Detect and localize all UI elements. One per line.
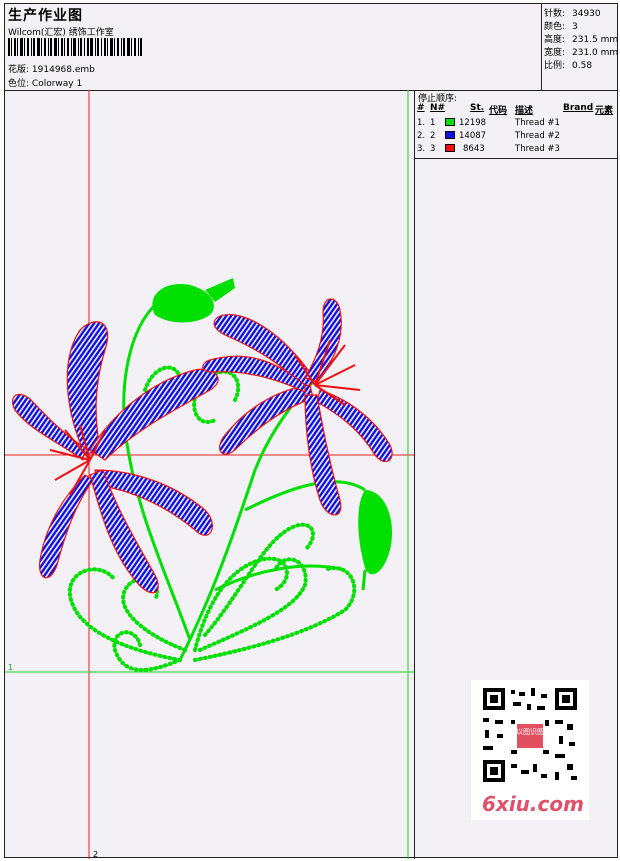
stat-colors: 颜色: 3 [544, 22, 578, 32]
production-sheet: 生产作业图 Wilcom(汇宏) 绣饰工作室 花版: 1914968.emb 色… [4, 3, 618, 859]
thread-swatch [445, 131, 455, 139]
thread-row: 2. 2 14087 Thread #2 [417, 131, 560, 141]
stat-height: 高度: 231.5 mm [544, 35, 619, 45]
colorway-line: 色位: Colorway 1 [8, 76, 82, 89]
thread-row: 1. 1 12198 Thread #1 [417, 118, 560, 128]
panel-divider [414, 158, 415, 859]
col-stitches: St. [470, 103, 485, 113]
col-hash: # [417, 103, 425, 113]
thread-row: 3. 3 8643 Thread #3 [417, 144, 560, 154]
design-file-name: 1914968.emb [31, 65, 95, 75]
qr-stamp-text: 以图识图 [516, 728, 544, 736]
thread-swatch [445, 118, 455, 126]
stat-stitches: 针数: 34930 [544, 9, 601, 19]
col-brand: Brand [563, 103, 594, 113]
company-name: Wilcom(汇宏) 绣饰工作室 [8, 28, 114, 38]
barcode [8, 38, 142, 56]
design-file-label: 花版: [8, 65, 30, 75]
guide-label-2: 2 [93, 850, 98, 859]
guide-label-1: 1 [8, 663, 13, 672]
thread-swatch [445, 144, 455, 152]
col-description: 描述 [515, 106, 534, 116]
colorway-name: Colorway 1 [31, 79, 83, 89]
embroidery-design: 1 2 [5, 90, 414, 859]
right-flower [202, 298, 393, 516]
left-flower [12, 321, 219, 594]
col-number: N# [430, 103, 446, 113]
watermark-text: 6xiu.com [482, 792, 584, 816]
colorway-label: 色位: [8, 79, 30, 89]
sheet-header: 生产作业图 Wilcom(汇宏) 绣饰工作室 花版: 1914968.emb 色… [5, 4, 618, 91]
page-title: 生产作业图 [8, 8, 83, 24]
thread-table: 停止顺序: # N# St. 代码 描述 Brand 元素 1. 1 12198… [414, 90, 618, 159]
col-code: 代码 [489, 106, 508, 116]
col-element: 元素 [595, 106, 614, 116]
design-file-line: 花版: 1914968.emb [8, 62, 95, 75]
stat-width: 宽度: 231.0 mm [544, 48, 619, 58]
stat-scale: 比例: 0.58 [544, 61, 593, 71]
qr-code-icon: 以图识图 [483, 688, 577, 782]
stats-panel: 针数: 34930 颜色: 3 高度: 231.5 mm 宽度: 231.0 mm 比例… [541, 4, 618, 90]
